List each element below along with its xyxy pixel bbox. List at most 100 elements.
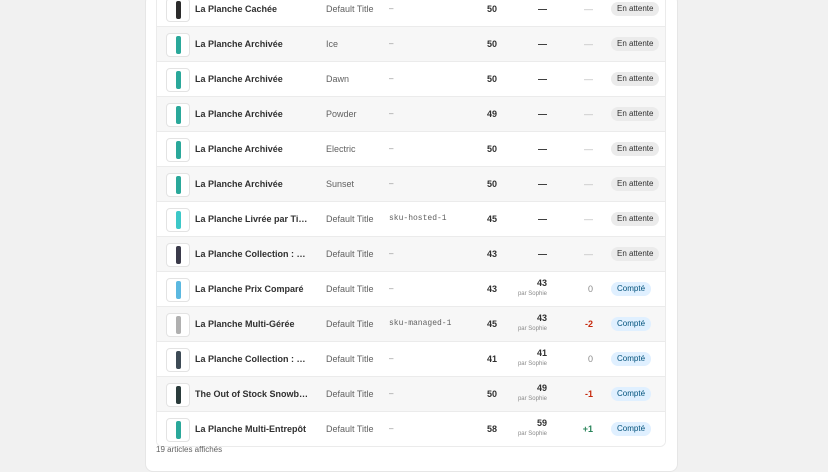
table-row[interactable]: La Planche Collection : Oxygène Default … <box>157 236 665 271</box>
available-quantity: 45 <box>486 214 497 224</box>
counted-value: — <box>538 144 547 154</box>
product-name[interactable]: La Planche Livrée par Tiers <box>195 202 309 236</box>
product-name[interactable]: La Planche Archivée <box>195 97 309 131</box>
difference: 0 <box>587 354 593 364</box>
counted-value: — <box>538 109 547 119</box>
product-thumbnail <box>166 138 190 162</box>
product-name[interactable]: La Planche Archivée <box>195 132 309 166</box>
status-badge: En attente <box>611 212 660 226</box>
available-quantity: 58 <box>486 424 497 434</box>
counted-by: par Sophie <box>517 396 547 402</box>
available-quantity: 50 <box>486 179 497 189</box>
counted-value: 43 <box>536 278 547 288</box>
status-badge: Compté <box>611 387 652 401</box>
table-row[interactable]: La Planche Archivée Dawn – 50 — — En att… <box>157 61 665 96</box>
counted-value: 41 <box>536 348 547 358</box>
product-name[interactable]: La Planche Collection : Liquide <box>195 342 309 376</box>
counted-quantity: — <box>507 62 547 96</box>
status-badge: En attente <box>611 142 660 156</box>
status-badge: En attente <box>611 2 660 16</box>
counted-by: par Sophie <box>517 361 547 367</box>
product-name[interactable]: La Planche Archivée <box>195 167 309 201</box>
difference: — <box>584 109 593 119</box>
product-thumbnail <box>166 383 190 407</box>
table-row[interactable]: La Planche Cachée Default Title – 50 — —… <box>157 0 665 26</box>
difference: — <box>584 4 593 14</box>
snowboard-icon <box>175 71 181 89</box>
available-quantity: 41 <box>486 354 497 364</box>
difference: +1 <box>582 424 593 434</box>
sku: – <box>389 249 394 258</box>
sku: – <box>389 389 394 398</box>
available-quantity: 50 <box>486 4 497 14</box>
snowboard-icon <box>175 1 181 19</box>
available-quantity: 43 <box>486 284 497 294</box>
variant-name: Sunset <box>326 179 355 189</box>
variant-name: Default Title <box>326 389 374 399</box>
variant-name: Dawn <box>326 74 350 84</box>
product-name[interactable]: La Planche Archivée <box>195 62 309 96</box>
difference: — <box>584 179 593 189</box>
snowboard-icon <box>175 176 181 194</box>
table-row[interactable]: La Planche Archivée Electric – 50 — — En… <box>157 131 665 166</box>
product-name[interactable]: La Planche Collection : Oxygène <box>195 237 309 271</box>
variant-name: Electric <box>326 144 356 154</box>
variant-name: Ice <box>326 39 339 49</box>
status-badge: Compté <box>611 352 652 366</box>
variant-name: Default Title <box>326 424 374 434</box>
counted-value: — <box>538 74 547 84</box>
difference: 0 <box>587 284 593 294</box>
variant-name: Default Title <box>326 284 374 294</box>
snowboard-icon <box>175 351 181 369</box>
counted-value: 59 <box>536 418 547 428</box>
table-row[interactable]: La Planche Archivée Sunset – 50 — — En a… <box>157 166 665 201</box>
difference: — <box>584 249 593 259</box>
table-row[interactable]: The Out of Stock Snowboard Default Title… <box>157 376 665 411</box>
product-thumbnail <box>166 348 190 372</box>
difference: — <box>584 74 593 84</box>
table-row[interactable]: La Planche Multi-Gérée Default Title sku… <box>157 306 665 341</box>
variant-name: Default Title <box>326 214 374 224</box>
snowboard-icon <box>175 246 181 264</box>
counted-quantity: — <box>507 237 547 271</box>
counted-quantity: 43 par Sophie <box>507 272 547 306</box>
status-badge: En attente <box>611 37 660 51</box>
table-row[interactable]: La Planche Livrée par Tiers Default Titl… <box>157 201 665 236</box>
status-badge: Compté <box>611 317 652 331</box>
counted-value: — <box>538 214 547 224</box>
available-quantity: 49 <box>486 109 497 119</box>
product-name[interactable]: La Planche Prix Comparé <box>195 272 309 306</box>
variant-name: Default Title <box>326 4 374 14</box>
counted-quantity: — <box>507 167 547 201</box>
product-name[interactable]: La Planche Multi-Gérée <box>195 307 309 341</box>
difference: — <box>584 144 593 154</box>
snowboard-icon <box>175 36 181 54</box>
product-name[interactable]: The Out of Stock Snowboard <box>195 377 309 411</box>
sku: – <box>389 144 394 153</box>
table-row[interactable]: La Planche Archivée Powder – 49 — — En a… <box>157 96 665 131</box>
table-row[interactable]: La Planche Archivée Ice – 50 — — En atte… <box>157 26 665 61</box>
available-quantity: 43 <box>486 249 497 259</box>
variant-name: Powder <box>326 109 357 119</box>
sku: – <box>389 179 394 188</box>
product-name[interactable]: La Planche Cachée <box>195 0 309 26</box>
product-thumbnail <box>166 33 190 57</box>
product-thumbnail <box>166 313 190 337</box>
available-quantity: 50 <box>486 389 497 399</box>
variant-name: Default Title <box>326 319 374 329</box>
product-name[interactable]: La Planche Multi-Entrepôt <box>195 412 309 446</box>
product-thumbnail <box>166 418 190 442</box>
table-row[interactable]: La Planche Collection : Liquide Default … <box>157 341 665 376</box>
available-quantity: 50 <box>486 144 497 154</box>
product-thumbnail <box>166 68 190 92</box>
product-name[interactable]: La Planche Archivée <box>195 27 309 61</box>
product-thumbnail <box>166 278 190 302</box>
snowboard-icon <box>175 281 181 299</box>
status-badge: En attente <box>611 247 660 261</box>
status-badge: En attente <box>611 72 660 86</box>
counted-quantity: 49 par Sophie <box>507 377 547 411</box>
sku: – <box>389 109 394 118</box>
sku: sku-managed-1 <box>389 319 452 328</box>
table-row[interactable]: La Planche Multi-Entrepôt Default Title … <box>157 411 665 446</box>
table-row[interactable]: La Planche Prix Comparé Default Title – … <box>157 271 665 306</box>
